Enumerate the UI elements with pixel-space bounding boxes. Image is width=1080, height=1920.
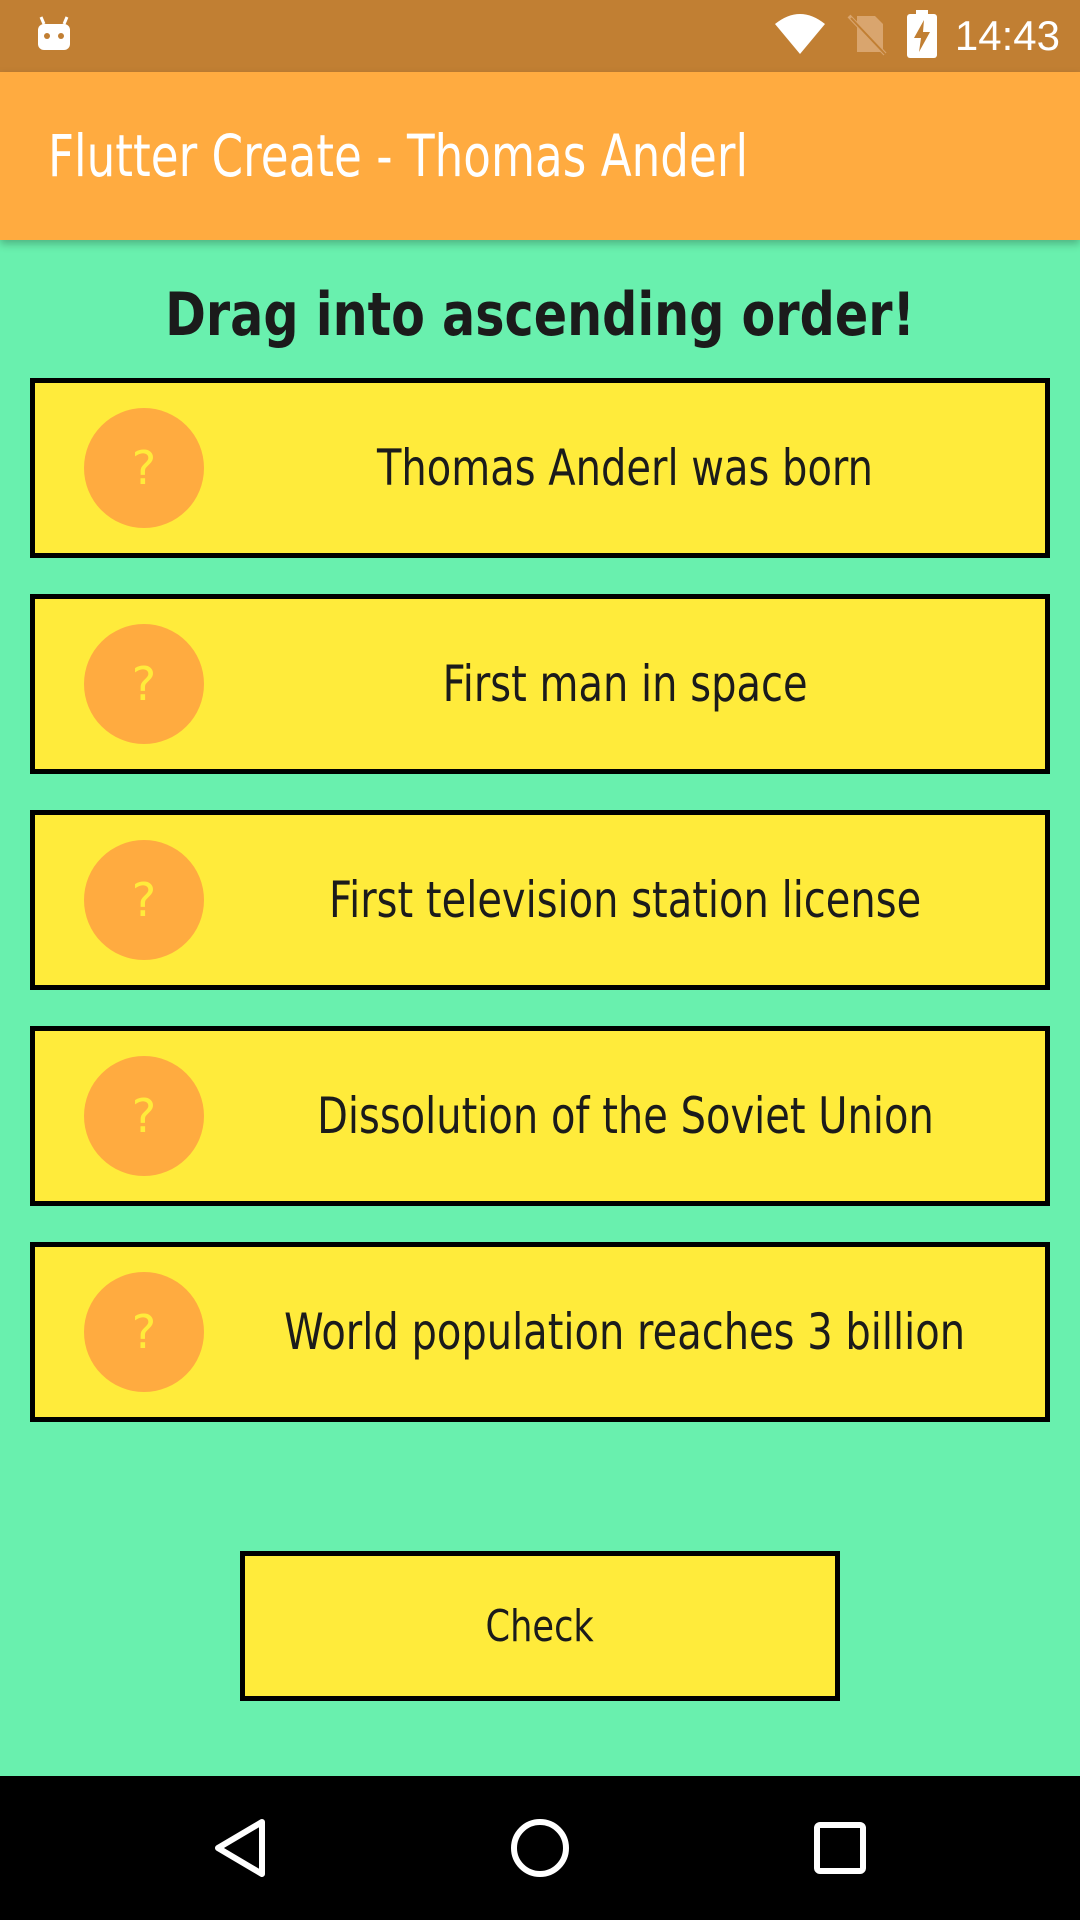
item-label: First man in space	[442, 655, 808, 713]
question-mark-icon: ?	[131, 1305, 157, 1359]
wifi-icon	[773, 12, 827, 60]
android-notification-icon	[34, 14, 74, 54]
year-badge: ?	[84, 624, 204, 744]
year-badge: ?	[84, 408, 204, 528]
instruction-heading: Drag into ascending order!	[165, 280, 915, 350]
item-label: World population reaches 3 billion	[284, 1303, 966, 1361]
list-item[interactable]: ? Dissolution of the Soviet Union	[30, 1026, 1050, 1206]
year-badge: ?	[84, 1056, 204, 1176]
list-item[interactable]: ? World population reaches 3 billion	[30, 1242, 1050, 1422]
status-bar: 14:43	[0, 0, 1080, 72]
list-item[interactable]: ? First television station license	[30, 810, 1050, 990]
back-icon[interactable]	[200, 1808, 280, 1888]
recents-icon[interactable]	[800, 1808, 880, 1888]
check-button-label: Check	[485, 1600, 595, 1652]
status-time: 14:43	[954, 12, 1060, 59]
navigation-bar	[0, 1776, 1080, 1920]
year-badge: ?	[84, 840, 204, 960]
question-mark-icon: ?	[131, 657, 157, 711]
no-sim-icon	[845, 12, 889, 60]
question-mark-icon: ?	[131, 441, 157, 495]
list-item[interactable]: ? First man in space	[30, 594, 1050, 774]
home-icon[interactable]	[500, 1808, 580, 1888]
question-mark-icon: ?	[131, 1089, 157, 1143]
battery-charging-icon	[906, 10, 937, 62]
draggable-list: ? Thomas Anderl was born ? First man in …	[30, 378, 1050, 1458]
app-title: Flutter Create - Thomas Anderl	[48, 122, 749, 190]
question-mark-icon: ?	[131, 873, 157, 927]
item-label: First television station license	[328, 871, 922, 929]
item-label: Dissolution of the Soviet Union	[316, 1087, 934, 1145]
item-label: Thomas Anderl was born	[376, 439, 874, 497]
app-bar: Flutter Create - Thomas Anderl	[0, 72, 1080, 240]
year-badge: ?	[84, 1272, 204, 1392]
list-item[interactable]: ? Thomas Anderl was born	[30, 378, 1050, 558]
check-button[interactable]: Check	[240, 1551, 840, 1701]
